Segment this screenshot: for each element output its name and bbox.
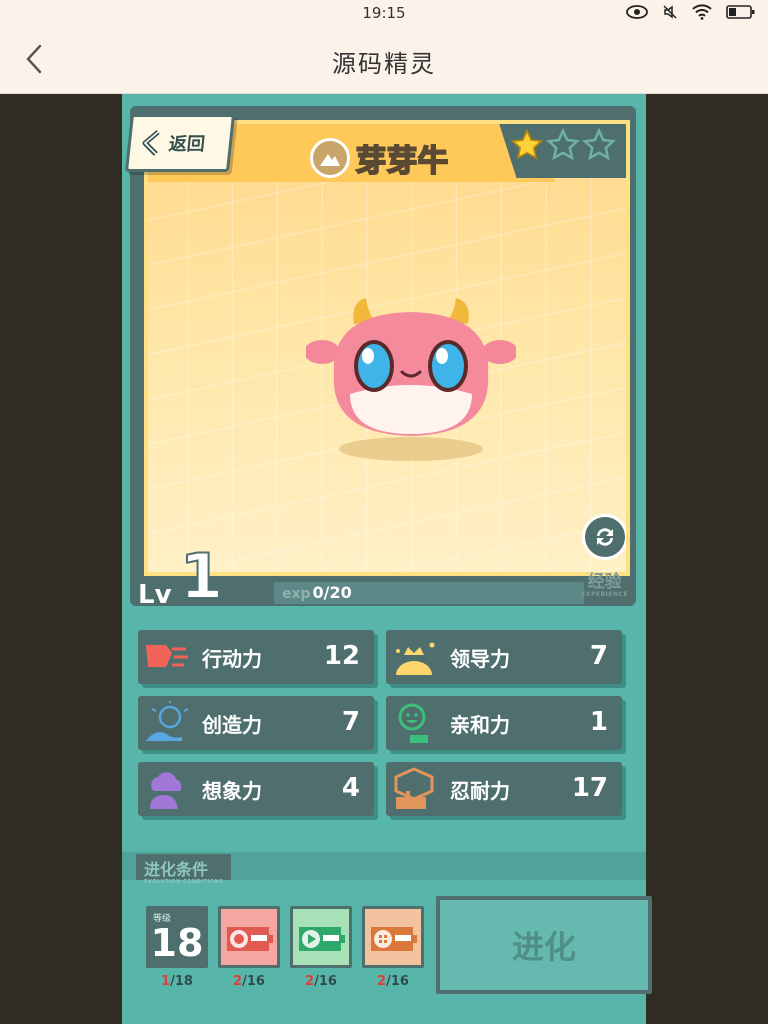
- evolution-title-sub: EVOLUTION CONDITIONS: [144, 879, 224, 885]
- requirement-count: 2/16: [290, 974, 352, 989]
- stat-label: 领导力: [450, 646, 510, 671]
- requirement-count: 2/16: [362, 974, 424, 989]
- red-token-box: [218, 906, 280, 968]
- count-need: /18: [170, 974, 193, 989]
- stat-affinity: 亲和力 1: [386, 696, 622, 750]
- stat-imagination: 想象力 4: [138, 762, 374, 816]
- stat-value: 12: [323, 641, 360, 671]
- evolution-title-label: 进化条件: [144, 860, 209, 879]
- stat-value: 17: [571, 773, 608, 803]
- status-bar: 19:15: [0, 0, 768, 24]
- lightbulb-icon: [146, 701, 189, 741]
- level-bar: Lv 1 exp 0/20 经验 EXPERIENCE: [130, 539, 636, 616]
- running-figure-icon: [146, 645, 188, 667]
- star-empty-icon: [546, 128, 580, 161]
- exp-progress-bar: exp 0/20: [274, 582, 584, 604]
- shield-dumbbell-icon: [394, 767, 434, 809]
- stats-grid: 行动力 12 领导力 7 创造力 7 亲和力 1 想象力 4 忍耐力 17: [138, 630, 628, 816]
- stat-label: 创造力: [202, 712, 262, 737]
- stat-label: 忍耐力: [450, 778, 510, 803]
- stat-action: 行动力 12: [138, 630, 374, 684]
- sprite-name: 芽芽牛: [355, 143, 449, 180]
- evolution-title: 进化条件 EVOLUTION CONDITIONS: [136, 854, 232, 885]
- wifi-icon: [692, 4, 712, 24]
- sunrise-crown-icon: [396, 642, 435, 675]
- sprite-display: 芽芽牛: [144, 120, 630, 576]
- exp-tag-sub: EXPERIENCE: [581, 591, 628, 598]
- battery-icon: [726, 4, 756, 24]
- count-have: 2: [233, 974, 243, 989]
- count-have: 2: [305, 974, 315, 989]
- page-title: 源码精灵: [332, 50, 436, 78]
- orange-token-box: [362, 906, 424, 968]
- orange-token-icon: [371, 927, 417, 951]
- mountain-element-icon: [310, 138, 350, 178]
- stat-leadership: 领导力 7: [386, 630, 622, 684]
- sprite-panel: 芽芽牛 返回 Lv 1 exp 0/20 经验 EXPERIENCE 行动力 1…: [122, 94, 652, 1024]
- requirement-count: 1/18: [146, 974, 208, 989]
- star-filled-icon: [510, 128, 544, 160]
- exp-value: 0/20: [312, 583, 352, 602]
- stat-creativity: 创造力 7: [138, 696, 374, 750]
- exp-tag: 经验 EXPERIENCE: [581, 574, 628, 599]
- refresh-icon: [597, 528, 613, 546]
- count-have: 1: [161, 974, 171, 989]
- mute-icon: [662, 4, 678, 24]
- back-button-label: 返回: [167, 134, 206, 155]
- stat-label: 行动力: [202, 646, 262, 671]
- back-button[interactable]: 返回: [124, 114, 236, 172]
- stat-value: 4: [341, 773, 360, 803]
- arrow-left-icon: [142, 130, 160, 156]
- eye-icon: [626, 5, 648, 23]
- stat-value: 7: [589, 641, 608, 671]
- star-empty-icon: [582, 128, 616, 161]
- thought-cloud-icon: [150, 772, 182, 809]
- stat-endurance: 忍耐力 17: [386, 762, 622, 816]
- sprite-creature: [306, 298, 516, 461]
- green-token-box: [290, 906, 352, 968]
- requirement-orange-token[interactable]: 2/16: [362, 906, 424, 989]
- sprite-card: 芽芽牛 返回 Lv 1 exp 0/20 经验 EXPERIENCE: [124, 106, 636, 614]
- stat-label: 想象力: [202, 778, 262, 803]
- green-token-icon: [299, 927, 345, 951]
- star-rating: [510, 128, 616, 162]
- exp-tag-label: 经验: [587, 572, 622, 592]
- level-required: 18: [150, 921, 204, 965]
- requirement-level: 等级 18 1/18: [146, 906, 208, 989]
- count-need: /16: [386, 974, 409, 989]
- red-token-icon: [227, 927, 273, 951]
- level-value: 1: [179, 539, 224, 614]
- requirement-red-token[interactable]: 2/16: [218, 906, 280, 989]
- requirement-count: 2/16: [218, 974, 280, 989]
- refresh-button[interactable]: [582, 514, 626, 560]
- count-have: 2: [377, 974, 387, 989]
- exp-key: exp: [282, 586, 311, 602]
- stat-label: 亲和力: [450, 712, 510, 737]
- stat-value: 1: [589, 707, 608, 737]
- count-need: /16: [314, 974, 337, 989]
- level-requirement-box: 等级 18: [146, 906, 208, 968]
- requirement-green-token[interactable]: 2/16: [290, 906, 352, 989]
- evolve-button[interactable]: 进化: [436, 896, 652, 994]
- count-need: /16: [242, 974, 265, 989]
- evolution-requirements: 等级 18 1/18 2/16 2/16 2/16: [146, 906, 424, 989]
- level-label: Lv: [138, 580, 172, 610]
- stat-value: 7: [341, 707, 360, 737]
- smiling-face-icon: [398, 703, 428, 743]
- nav-bar: 源码精灵: [0, 24, 768, 94]
